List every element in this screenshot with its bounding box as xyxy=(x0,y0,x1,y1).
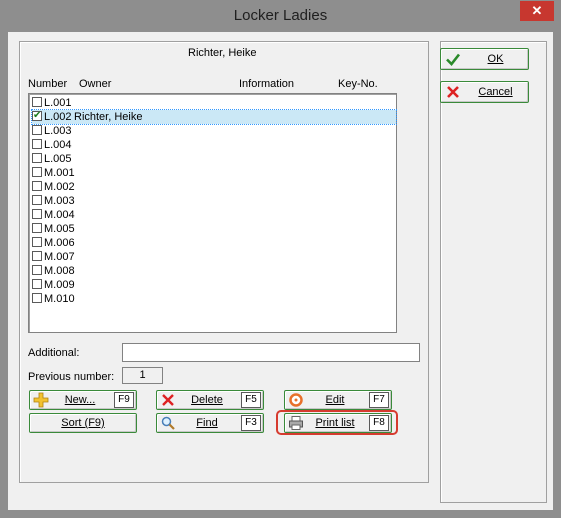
delete-button-key: F5 xyxy=(241,392,261,408)
locker-list[interactable]: L.001L.002Richter, HeikeL.003L.004L.005M… xyxy=(28,93,397,333)
locker-number: M.003 xyxy=(44,195,75,207)
locker-checkbox[interactable] xyxy=(32,167,42,177)
previous-number-label: Previous number: xyxy=(28,371,115,383)
edit-button-key: F7 xyxy=(369,392,389,408)
red-x-icon xyxy=(445,84,461,100)
locker-number: M.010 xyxy=(44,293,75,305)
locker-number: M.005 xyxy=(44,223,75,235)
locker-checkbox[interactable] xyxy=(32,223,42,233)
cancel-button[interactable]: Cancel xyxy=(440,81,529,103)
title-bar[interactable]: Locker Ladies ✕ xyxy=(0,0,561,32)
list-item[interactable]: M.005 xyxy=(32,222,398,236)
list-item[interactable]: L.002Richter, Heike xyxy=(31,109,397,125)
locker-number: M.009 xyxy=(44,279,75,291)
new-button-label: New... xyxy=(64,394,96,406)
column-header-information[interactable]: Information xyxy=(239,78,294,90)
sort-button[interactable]: Sort (F9) xyxy=(29,413,137,433)
locker-checkbox[interactable] xyxy=(32,279,42,289)
list-item[interactable]: M.003 xyxy=(32,194,398,208)
locker-owner: Richter, Heike xyxy=(74,111,143,123)
locker-number: L.005 xyxy=(44,153,72,165)
list-item[interactable]: M.008 xyxy=(32,264,398,278)
locker-checkbox[interactable] xyxy=(32,139,42,149)
edit-icon xyxy=(288,392,304,408)
window-title: Locker Ladies xyxy=(233,7,328,24)
list-item[interactable]: M.010 xyxy=(32,292,398,306)
list-item[interactable]: L.001 xyxy=(32,96,398,110)
locker-checkbox[interactable] xyxy=(32,265,42,275)
list-item[interactable]: M.009 xyxy=(32,278,398,292)
sort-button-label: Sort (F9) xyxy=(61,417,105,429)
list-item[interactable]: M.004 xyxy=(32,208,398,222)
close-button[interactable]: ✕ xyxy=(520,1,554,21)
magnifier-icon xyxy=(160,415,176,431)
print-list-highlight xyxy=(276,410,398,435)
list-item[interactable]: M.002 xyxy=(32,180,398,194)
find-button-label: Find xyxy=(196,417,218,429)
plus-icon xyxy=(33,392,49,408)
previous-number-value: 1 xyxy=(122,367,163,384)
side-panel xyxy=(440,41,547,503)
find-button-key: F3 xyxy=(241,415,261,431)
selected-owner-name: Richter, Heike xyxy=(188,47,257,59)
locker-number: L.003 xyxy=(44,125,72,137)
locker-number: M.007 xyxy=(44,251,75,263)
locker-number: L.001 xyxy=(44,97,72,109)
locker-number: L.002 xyxy=(44,111,72,123)
locker-checkbox[interactable] xyxy=(32,209,42,219)
column-header-key-no[interactable]: Key-No. xyxy=(338,78,378,90)
locker-checkbox[interactable] xyxy=(32,251,42,261)
additional-input[interactable] xyxy=(122,343,420,362)
dialog-window: Locker Ladies ✕ Richter, Heike Number Ow… xyxy=(0,0,561,518)
ok-button[interactable]: OK xyxy=(440,48,529,70)
edit-button-label: Edit xyxy=(325,394,345,406)
column-header-number[interactable]: Number xyxy=(28,78,67,90)
locker-number: M.002 xyxy=(44,181,75,193)
list-item[interactable]: L.003 xyxy=(32,124,398,138)
list-item[interactable]: M.001 xyxy=(32,166,398,180)
locker-checkbox[interactable] xyxy=(32,293,42,303)
locker-checkbox[interactable] xyxy=(32,181,42,191)
checkmark-icon xyxy=(445,51,461,67)
locker-number: M.006 xyxy=(44,237,75,249)
locker-checkbox[interactable] xyxy=(32,109,42,123)
list-item[interactable]: M.007 xyxy=(32,250,398,264)
locker-checkbox[interactable] xyxy=(32,195,42,205)
locker-checkbox[interactable] xyxy=(32,237,42,247)
ok-button-label: OK xyxy=(487,53,504,65)
list-item[interactable]: L.004 xyxy=(32,138,398,152)
find-button[interactable]: Find F3 xyxy=(156,413,264,433)
red-x-icon xyxy=(160,392,176,408)
edit-button[interactable]: Edit F7 xyxy=(284,390,392,410)
additional-label: Additional: xyxy=(28,347,80,359)
locker-number: M.008 xyxy=(44,265,75,277)
new-button-key: F9 xyxy=(114,392,134,408)
delete-button-label: Delete xyxy=(191,394,223,406)
column-header-owner[interactable]: Owner xyxy=(79,78,111,90)
cancel-button-label: Cancel xyxy=(478,86,513,98)
new-button[interactable]: New... F9 xyxy=(29,390,137,410)
locker-number: M.004 xyxy=(44,209,75,221)
list-item[interactable]: M.006 xyxy=(32,236,398,250)
locker-checkbox[interactable] xyxy=(32,97,42,107)
locker-checkbox[interactable] xyxy=(32,153,42,163)
list-item[interactable]: L.005 xyxy=(32,152,398,166)
delete-button[interactable]: Delete F5 xyxy=(156,390,264,410)
locker-number: L.004 xyxy=(44,139,72,151)
locker-number: M.001 xyxy=(44,167,75,179)
locker-checkbox[interactable] xyxy=(32,125,42,135)
